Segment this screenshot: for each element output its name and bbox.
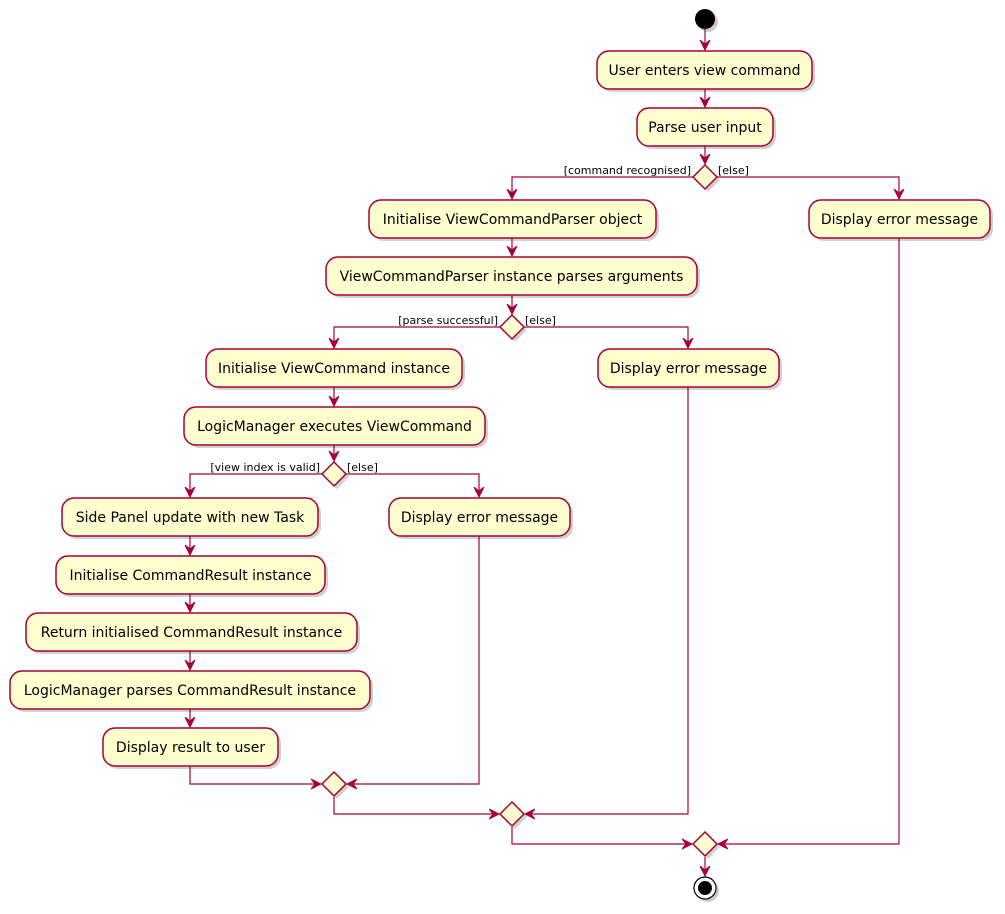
edge-d3-no (346, 473, 479, 497)
activity-parse-input: Parse user input (636, 107, 776, 149)
activity-error-message-2: Display error message (597, 348, 782, 390)
activity-label: LogicManager executes ViewCommand (197, 419, 472, 435)
start-node (695, 9, 718, 32)
activity-label: Return initialised CommandResult instanc… (41, 625, 343, 641)
activity-label: Display error message (401, 510, 558, 526)
activity-label: Display error message (610, 361, 767, 377)
activity-label: User enters view command (608, 63, 800, 79)
guard-else-2: [else] (525, 314, 556, 327)
decision-view-index-valid (320, 460, 349, 489)
activity-user-enters: User enters view command (596, 50, 815, 92)
activity-label: Initialise CommandResult instance (70, 568, 312, 584)
edge-d2-yes (334, 326, 500, 348)
activity-label: Initialise ViewCommand instance (218, 361, 450, 377)
guard-parse-successful: [parse successful] (398, 314, 498, 327)
activity-diagram: User enters view command Parse user inpu… (9, 9, 993, 902)
end-node (693, 876, 719, 902)
activity-label: LogicManager parses CommandResult instan… (24, 683, 356, 699)
guard-view-index-valid: [view index is valid] (210, 461, 320, 474)
activity-label: Side Panel update with new Task (76, 510, 305, 526)
edges (190, 29, 899, 876)
decision-parse-successful (498, 313, 527, 342)
merge-node-2 (498, 800, 527, 829)
edge-error1-to-m1 (718, 238, 900, 844)
edge-m3-to-m2 (333, 797, 499, 814)
activity-init-result: Initialise CommandResult instance (55, 555, 328, 597)
guard-else-3: [else] (347, 461, 378, 474)
edge-d1-no (717, 176, 899, 199)
merge-node-1 (691, 830, 720, 859)
activity-label: Display result to user (116, 740, 265, 756)
activity-label: Parse user input (648, 120, 762, 136)
edge-error2-to-m2 (525, 387, 689, 814)
guard-else-1: [else] (718, 164, 749, 177)
edge-m2-to-m1 (511, 827, 692, 844)
merge-node-3 (320, 770, 349, 799)
activity-error-message-3: Display error message (388, 497, 573, 539)
edge-d1-yes (512, 176, 693, 199)
activity-display-result: Display result to user (102, 727, 281, 769)
guard-command-recognised: [command recognised] (564, 164, 691, 177)
activity-logic-executes: LogicManager executes ViewCommand (183, 406, 488, 448)
decision-command-recognised (691, 163, 720, 192)
edge-d3-yes (190, 473, 322, 497)
activity-label: Display error message (821, 212, 978, 228)
activity-label: Initialise ViewCommandParser object (383, 212, 643, 228)
activity-parser-parses: ViewCommandParser instance parses argume… (325, 256, 700, 298)
activity-init-command: Initialise ViewCommand instance (205, 348, 465, 390)
activity-error-message-1: Display error message (808, 199, 993, 241)
activity-logic-parses: LogicManager parses CommandResult instan… (9, 670, 373, 712)
activity-label: ViewCommandParser instance parses argume… (340, 269, 684, 285)
edge-d2-no (524, 326, 688, 348)
activity-return-result: Return initialised CommandResult instanc… (25, 612, 360, 654)
activity-init-parser: Initialise ViewCommandParser object (368, 199, 659, 241)
edge-error3-to-m3 (347, 536, 480, 784)
activity-side-panel: Side Panel update with new Task (61, 497, 321, 539)
